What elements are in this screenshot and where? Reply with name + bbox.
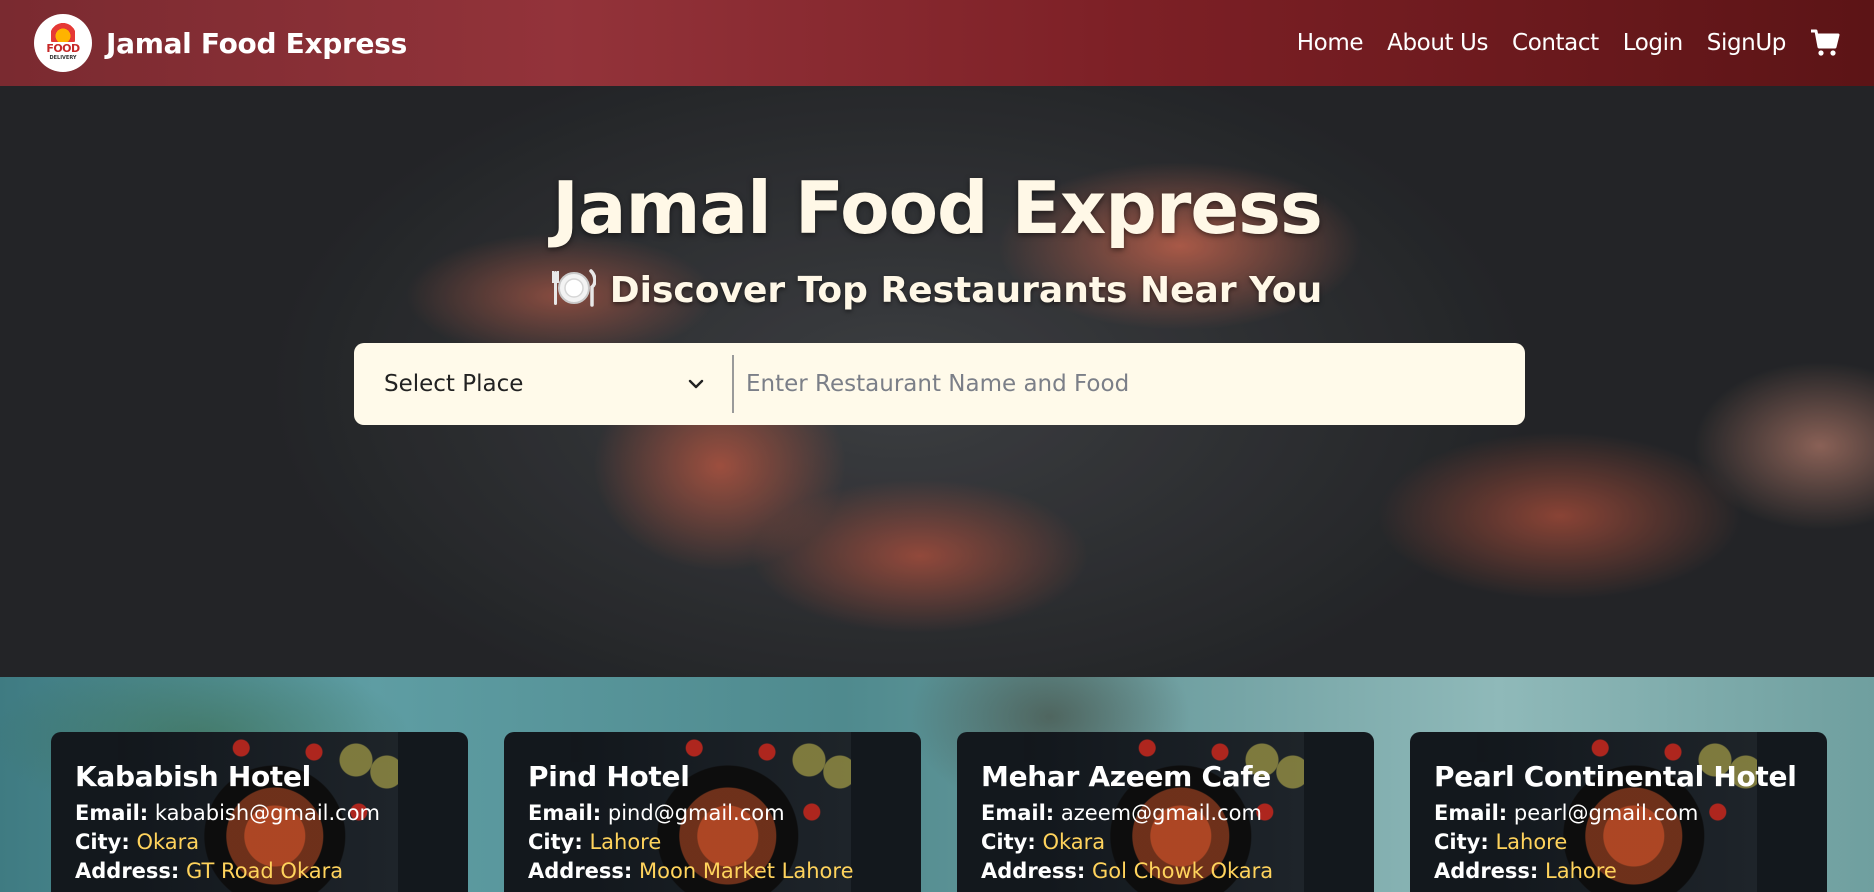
address-value: Lahore [1545,859,1617,883]
city-label: City: [528,830,583,854]
restaurant-city: City: Okara [981,830,1374,854]
restaurant-email: Email: azeem@gmail.com [981,801,1374,825]
address-label: Address: [1434,859,1539,883]
restaurant-name: Mehar Azeem Cafe [981,760,1271,793]
restaurant-card[interactable]: Mehar Azeem Cafe Email: azeem@gmail.com … [957,732,1374,892]
restaurant-address: Address: Moon Market Lahore [528,859,921,883]
email-value: pind@gmail.com [607,801,785,825]
restaurant-address: Address: Gol Chowk Okara [981,859,1374,883]
email-value: azeem@gmail.com [1060,801,1262,825]
cart-icon[interactable] [1810,29,1840,57]
nav-links: Home About Us Contact Login SignUp [1273,29,1840,57]
restaurant-address: Address: Lahore [1434,859,1827,883]
city-value: Okara [136,830,200,854]
city-label: City: [1434,830,1489,854]
nav-link-about[interactable]: About Us [1387,30,1488,56]
restaurant-list-section: Kababish Hotel Email: kababish@gmail.com… [0,677,1874,892]
address-label: Address: [75,859,180,883]
restaurant-city: City: Lahore [528,830,921,854]
restaurant-city: City: Lahore [1434,830,1827,854]
email-label: Email: [528,801,602,825]
city-label: City: [75,830,130,854]
address-value: GT Road Okara [186,859,344,883]
email-label: Email: [981,801,1055,825]
address-value: Moon Market Lahore [639,859,854,883]
restaurant-city: City: Okara [75,830,468,854]
restaurant-card[interactable]: Pind Hotel Email: pind@gmail.com City: L… [504,732,921,892]
logo-flame-icon [51,22,75,42]
chevron-down-icon [688,379,704,389]
logo-subtext: DELIVERY [49,55,77,61]
restaurant-name: Pind Hotel [528,760,690,793]
restaurant-card[interactable]: Pearl Continental Hotel Email: pearl@gma… [1410,732,1827,892]
nav-link-signup[interactable]: SignUp [1707,30,1787,56]
hero-subtitle: Discover Top Restaurants Near You [0,268,1874,311]
search-input[interactable] [734,353,1525,415]
logo-text: FOOD [46,42,80,55]
address-label: Address: [981,859,1086,883]
city-value: Lahore [589,830,662,854]
search-bar: Select Place [354,343,1525,425]
restaurant-email: Email: pearl@gmail.com [1434,801,1827,825]
email-label: Email: [75,801,149,825]
place-select[interactable]: Select Place [354,355,734,413]
city-value: Lahore [1495,830,1568,854]
restaurant-card[interactable]: Kababish Hotel Email: kababish@gmail.com… [51,732,468,892]
restaurant-email: Email: pind@gmail.com [528,801,921,825]
restaurant-name: Kababish Hotel [75,760,311,793]
email-value: pearl@gmail.com [1513,801,1699,825]
brand-name[interactable]: Jamal Food Express [106,27,407,60]
plate-cutlery-icon [551,269,596,307]
email-label: Email: [1434,801,1508,825]
address-value: Gol Chowk Okara [1092,859,1274,883]
restaurant-address: Address: GT Road Okara [75,859,468,883]
hero-title: Jamal Food Express [552,166,1323,250]
nav-link-contact[interactable]: Contact [1512,30,1599,56]
nav-link-login[interactable]: Login [1623,30,1683,56]
city-label: City: [981,830,1036,854]
nav-link-home[interactable]: Home [1297,30,1364,56]
hero-section: Jamal Food Express Discover Top Restaura… [0,86,1874,677]
hero-subtitle-text: Discover Top Restaurants Near You [609,270,1323,311]
restaurant-name: Pearl Continental Hotel [1434,760,1797,793]
restaurant-email: Email: kababish@gmail.com [75,801,468,825]
navbar: FOOD DELIVERY Jamal Food Express Home Ab… [0,0,1874,86]
city-value: Okara [1042,830,1106,854]
email-value: kababish@gmail.com [154,801,381,825]
address-label: Address: [528,859,633,883]
logo[interactable]: FOOD DELIVERY [34,14,92,72]
place-select-value: Select Place [384,371,524,397]
